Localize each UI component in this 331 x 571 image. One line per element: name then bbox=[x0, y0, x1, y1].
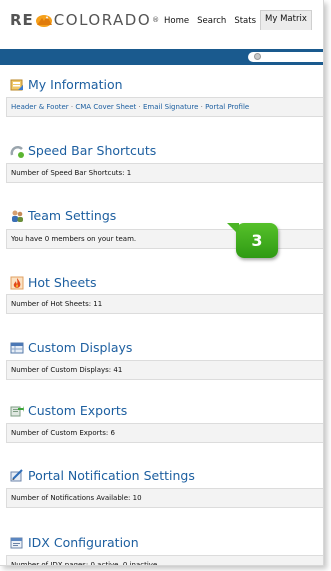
portal-profile-link[interactable]: Portal Profile bbox=[205, 103, 249, 111]
link-separator: · bbox=[200, 103, 203, 111]
main-nav: Home Search Stats My Matrix bbox=[160, 10, 312, 30]
mountain-logo-icon bbox=[35, 15, 52, 27]
export-icon bbox=[10, 405, 24, 416]
logo-re-text: RE bbox=[10, 11, 34, 29]
section-title-portal-notification-settings[interactable]: Portal Notification Settings bbox=[10, 468, 195, 483]
speed-bar-icon bbox=[10, 145, 24, 158]
custom-exports-row: Number of Custom Exports: 6 bbox=[6, 423, 323, 443]
logo-colorado-text: COLORADO bbox=[53, 11, 152, 29]
my-information-links-row: Header & Footer · CMA Cover Sheet · Emai… bbox=[6, 97, 323, 117]
portal-notification-settings-row: Number of Notifications Available: 10 bbox=[6, 488, 323, 508]
section-title-text: IDX Configuration bbox=[28, 535, 139, 550]
header-footer-link[interactable]: Header & Footer bbox=[11, 103, 69, 111]
link-separator: · bbox=[70, 103, 74, 111]
speed-bar-shortcuts-row: Number of Speed Bar Shortcuts: 1 bbox=[6, 163, 323, 183]
team-icon bbox=[12, 210, 23, 222]
nav-my-matrix[interactable]: My Matrix bbox=[260, 10, 312, 30]
section-title-text: Speed Bar Shortcuts bbox=[28, 143, 157, 158]
section-title-custom-exports[interactable]: Custom Exports bbox=[10, 403, 127, 418]
document-icon bbox=[10, 79, 23, 90]
section-title-speed-bar-shortcuts[interactable]: Speed Bar Shortcuts bbox=[10, 143, 156, 158]
callout-tail bbox=[227, 223, 239, 235]
section-title-text: Custom Displays bbox=[28, 340, 133, 355]
link-separator: · bbox=[138, 103, 141, 111]
section-title-my-information[interactable]: My Information bbox=[10, 77, 123, 92]
section-title-text: My Information bbox=[28, 77, 123, 92]
display-grid-icon bbox=[10, 342, 24, 353]
quick-search-input[interactable] bbox=[248, 52, 323, 62]
email-signature-link[interactable]: Email Signature bbox=[143, 103, 198, 111]
section-title-text: Custom Exports bbox=[28, 403, 128, 418]
custom-displays-row: Number of Custom Displays: 41 bbox=[6, 360, 323, 380]
section-title-text: Portal Notification Settings bbox=[28, 468, 195, 483]
section-title-text: Team Settings bbox=[28, 208, 117, 223]
section-title-team-settings[interactable]: Team Settings bbox=[10, 208, 116, 223]
callout-number: 3 bbox=[251, 231, 263, 250]
magnifier-icon[interactable] bbox=[254, 53, 261, 60]
section-title-custom-displays[interactable]: Custom Displays bbox=[10, 340, 132, 355]
section-title-text: Hot Sheets bbox=[28, 275, 97, 290]
top-bar: RE COLORADO ® Home Search Stats My Matri… bbox=[0, 0, 323, 40]
section-title-hot-sheets[interactable]: Hot Sheets bbox=[10, 275, 97, 290]
cma-cover-sheet-link[interactable]: CMA Cover Sheet bbox=[75, 103, 136, 111]
hot-sheets-row: Number of Hot Sheets: 11 bbox=[6, 294, 323, 314]
nav-home[interactable]: Home bbox=[160, 13, 193, 30]
idx-icon bbox=[10, 537, 23, 548]
notification-icon bbox=[10, 468, 23, 481]
idx-configuration-row: Number of IDX pages: 0 active, 0 inactiv… bbox=[6, 555, 323, 565]
section-title-idx-configuration[interactable]: IDX Configuration bbox=[10, 535, 139, 550]
nav-stats[interactable]: Stats bbox=[230, 13, 260, 30]
page-frame: RE COLORADO ® Home Search Stats My Matri… bbox=[0, 0, 324, 566]
step-number-callout: 3 bbox=[227, 223, 278, 258]
logo-registered-mark: ® bbox=[152, 16, 161, 24]
fire-icon bbox=[10, 276, 24, 289]
recolorado-logo[interactable]: RE COLORADO ® bbox=[10, 11, 160, 29]
nav-search[interactable]: Search bbox=[193, 13, 230, 30]
